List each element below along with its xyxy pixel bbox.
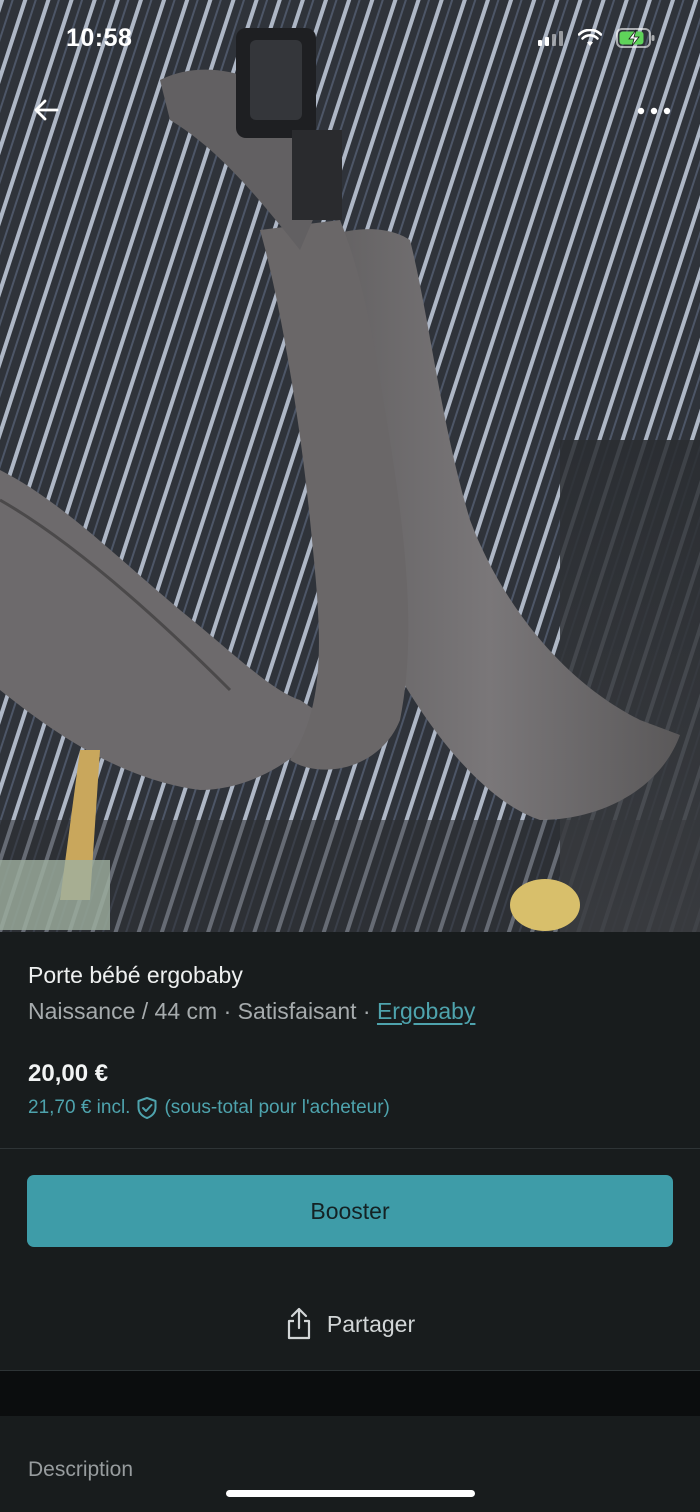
status-icons bbox=[538, 28, 656, 48]
arrow-left-icon bbox=[34, 99, 59, 121]
description-label: Description bbox=[28, 1458, 134, 1481]
product-photo-image bbox=[0, 0, 700, 932]
booster-button[interactable]: Booster bbox=[27, 1175, 673, 1247]
product-photo[interactable] bbox=[0, 0, 700, 932]
description-section: Description bbox=[0, 1416, 700, 1512]
wifi-icon bbox=[578, 29, 602, 46]
share-icon bbox=[287, 1307, 310, 1340]
share-button[interactable]: Partager bbox=[0, 1299, 700, 1349]
more-horizontal-icon bbox=[637, 107, 671, 115]
more-options-button[interactable] bbox=[634, 96, 674, 126]
share-label: Partager bbox=[326, 1310, 416, 1337]
buyer-price-amount: 21,70 € incl. bbox=[28, 1097, 131, 1118]
battery-charging-icon bbox=[616, 28, 655, 48]
buyer-price-note: (sous-total pour l'acheteur) bbox=[164, 1097, 390, 1118]
section-separator bbox=[0, 1371, 700, 1416]
shield-check-icon bbox=[137, 1097, 157, 1119]
item-details: Porte bébé ergobaby Naissance / 44 cm · … bbox=[0, 932, 700, 1148]
item-price: 20,00 € bbox=[28, 1060, 109, 1087]
back-button[interactable] bbox=[28, 92, 64, 128]
item-title: Porte bébé ergobaby bbox=[28, 962, 243, 988]
home-indicator bbox=[226, 1490, 475, 1497]
actions-section: Booster Partager bbox=[0, 1149, 700, 1370]
status-time: 10:58 bbox=[66, 24, 133, 52]
cellular-signal-icon bbox=[538, 31, 563, 46]
brand-link[interactable]: Ergobaby bbox=[377, 998, 475, 1024]
item-attributes: Naissance / 44 cm · Satisfaisant · bbox=[28, 998, 377, 1024]
buyer-price[interactable]: 21,70 € incl. (sous-total pour l'acheteu… bbox=[28, 1096, 390, 1120]
item-subtitle: Naissance / 44 cm · Satisfaisant · Ergob… bbox=[28, 998, 475, 1025]
